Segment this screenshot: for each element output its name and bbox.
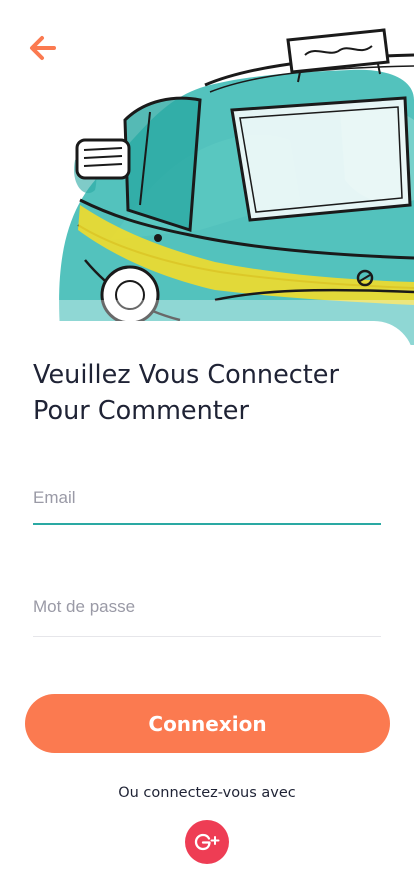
email-field[interactable]: [33, 486, 381, 510]
email-underline: [33, 523, 381, 525]
hero-image: [0, 0, 414, 345]
taxi-illustration: [0, 28, 414, 345]
alternative-login-label: Ou connectez-vous avec: [118, 785, 296, 801]
google-plus-icon: [194, 833, 220, 851]
back-button[interactable]: [26, 32, 60, 64]
page-title: Veuillez Vous Connecter Pour Commenter: [33, 360, 339, 426]
password-underline: [33, 636, 381, 637]
google-plus-button[interactable]: [185, 820, 229, 864]
arrow-left-icon: [30, 36, 56, 60]
email-field-container: [33, 486, 381, 526]
password-field-container: [33, 595, 381, 639]
login-button[interactable]: Connexion: [25, 694, 390, 753]
password-field[interactable]: [33, 595, 381, 619]
